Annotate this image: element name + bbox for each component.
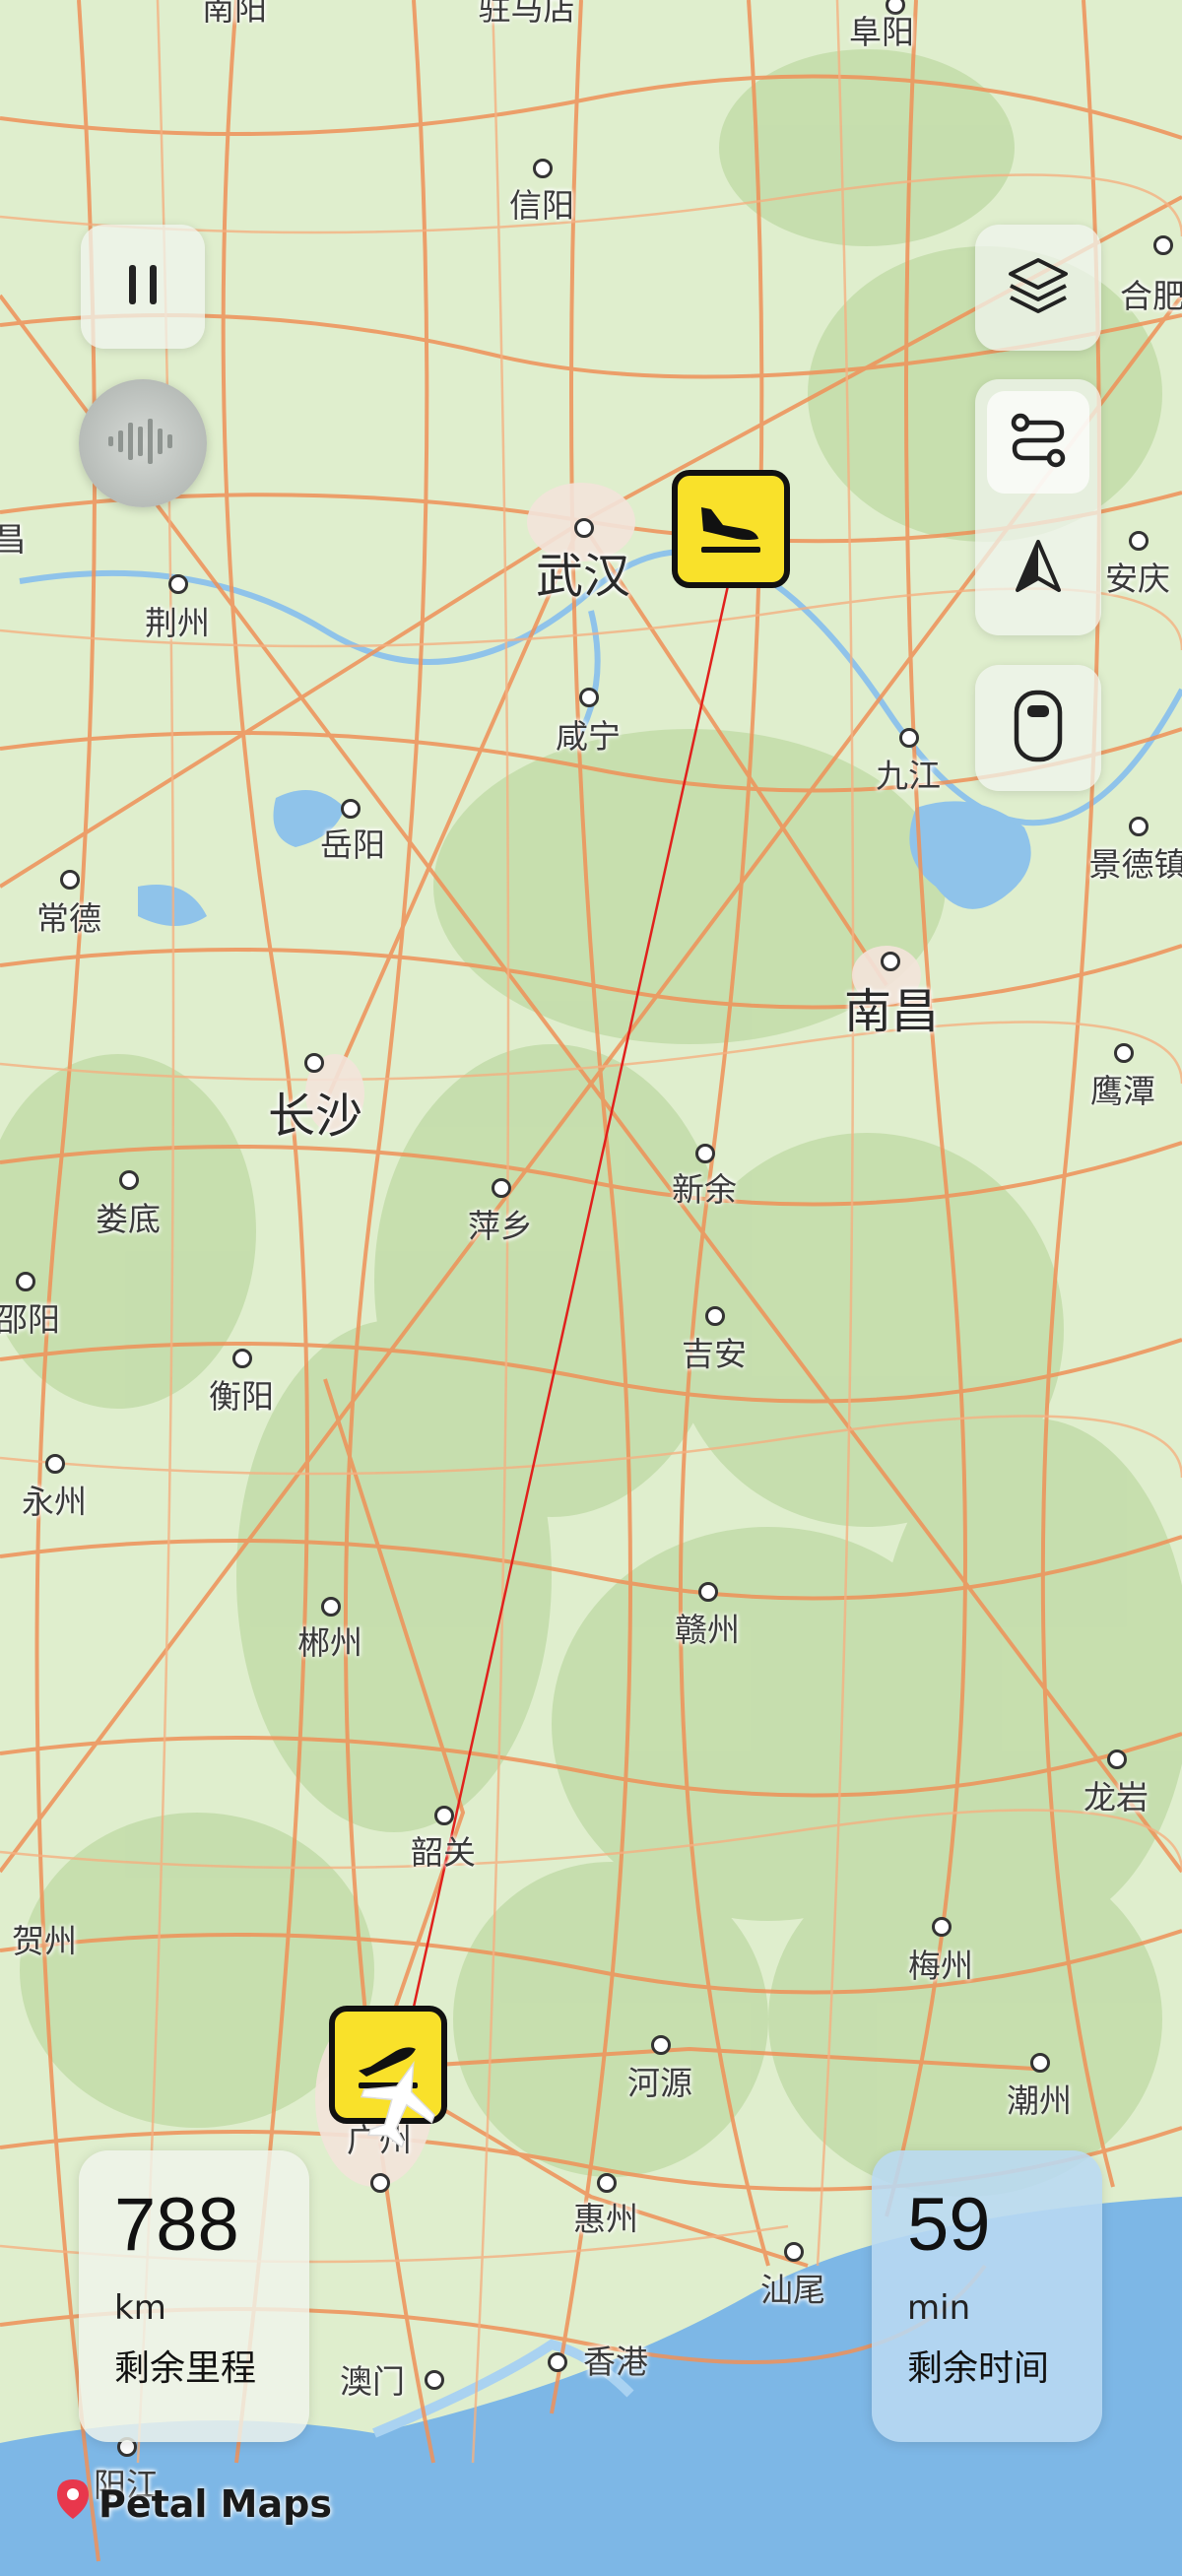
city-label: 梅州 [908, 1947, 973, 1985]
route-button[interactable] [987, 391, 1089, 494]
city-label: 郴州 [297, 1623, 362, 1662]
city-label: 韶关 [411, 1833, 476, 1872]
layers-icon [1007, 256, 1070, 319]
map-pin-icon [55, 2477, 91, 2530]
remaining-distance-card: 788 km 剩余里程 [79, 2150, 309, 2442]
window-view-button[interactable] [975, 665, 1101, 791]
aircraft-position-icon [360, 2059, 438, 2151]
destination-airport-marker[interactable] [672, 470, 790, 588]
pause-button[interactable] [81, 225, 205, 349]
remaining-time-unit: min [907, 2288, 971, 2328]
city-dot [574, 518, 594, 538]
city-dot [597, 2173, 617, 2193]
navigation-arrow-icon [1014, 539, 1063, 598]
city-dot [370, 2173, 390, 2193]
city-dot [899, 728, 919, 748]
city-dot [881, 952, 900, 971]
city-label: 驻马店 [478, 0, 576, 28]
city-dot [45, 1454, 65, 1474]
city-label: 永州 [22, 1483, 87, 1521]
city-label: 南昌 [843, 984, 940, 1039]
city-label: 衡阳 [209, 1377, 274, 1416]
city-label: 香港 [583, 2343, 648, 2381]
city-label: 合肥 [1120, 277, 1182, 315]
city-label: 惠州 [573, 2200, 638, 2238]
city-label: 昌 [0, 520, 27, 559]
airplane-landing-icon [693, 495, 768, 562]
city-label: 新余 [672, 1170, 737, 1209]
city-dot [1107, 1750, 1127, 1769]
city-dot [1129, 531, 1149, 551]
city-label: 岳阳 [320, 826, 385, 864]
remaining-time-value: 59 [907, 2183, 991, 2267]
city-dot [1114, 1043, 1134, 1063]
voice-button[interactable] [79, 379, 207, 507]
city-dot [341, 799, 361, 819]
city-label: 娄底 [96, 1200, 161, 1238]
city-label: 邵阳 [0, 1300, 60, 1339]
city-label: 咸宁 [556, 717, 621, 756]
city-label: 景德镇 [1088, 845, 1182, 884]
city-dot [321, 1597, 341, 1617]
city-dot [425, 2370, 444, 2390]
city-label: 武汉 [535, 549, 631, 604]
voice-icon [106, 417, 179, 470]
city-dot [533, 159, 553, 178]
city-label: 河源 [627, 2064, 692, 2102]
city-label: 长沙 [267, 1089, 363, 1144]
pause-icon [125, 263, 161, 310]
city-label: 鹰潭 [1090, 1072, 1155, 1110]
remaining-time-label: 剩余时间 [907, 2348, 1050, 2389]
city-dot [1129, 817, 1149, 836]
city-dot [168, 574, 188, 594]
city-label: 南阳 [202, 0, 267, 28]
layers-button[interactable] [975, 225, 1101, 351]
city-dot [434, 1806, 454, 1825]
city-label: 安庆 [1105, 560, 1170, 598]
remaining-distance-unit: km [114, 2288, 166, 2328]
remaining-distance-value: 788 [114, 2183, 239, 2267]
city-dot [1153, 235, 1173, 255]
city-dot [232, 1349, 252, 1368]
city-dot [695, 1144, 715, 1163]
city-dot [784, 2242, 804, 2262]
city-label: 汕尾 [760, 2271, 825, 2309]
city-dot [1030, 2053, 1050, 2073]
city-label: 九江 [876, 757, 941, 795]
city-label: 信阳 [509, 186, 574, 225]
route-controls-panel [975, 379, 1101, 635]
city-label: 吉安 [682, 1335, 747, 1373]
remaining-time-card: 59 min 剩余时间 [872, 2150, 1102, 2442]
city-dot [16, 1272, 35, 1291]
city-label: 澳门 [340, 2362, 405, 2401]
city-dot [119, 1170, 139, 1190]
city-label: 贺州 [12, 1922, 77, 1960]
compass-button[interactable] [987, 517, 1089, 620]
brand-name: Petal Maps [98, 2481, 332, 2526]
city-dot [548, 2352, 567, 2372]
city-dot [651, 2035, 671, 2055]
city-dot [932, 1917, 952, 1937]
city-dot [705, 1306, 725, 1326]
city-label: 赣州 [675, 1611, 740, 1649]
petal-maps-logo: Petal Maps [55, 2477, 332, 2530]
city-dot [492, 1178, 511, 1198]
city-label: 阜阳 [849, 13, 914, 51]
city-dot [579, 688, 599, 707]
city-label: 荆州 [145, 604, 210, 642]
city-label: 常德 [36, 899, 101, 938]
aircraft-window-icon [1014, 690, 1063, 766]
city-dot [698, 1582, 718, 1602]
city-dot [304, 1053, 324, 1073]
city-label: 龙岩 [1084, 1778, 1149, 1816]
city-label: 萍乡 [468, 1207, 533, 1245]
city-label: 潮州 [1007, 2081, 1072, 2120]
city-dot [60, 870, 80, 890]
remaining-distance-label: 剩余里程 [114, 2348, 257, 2389]
route-icon [1009, 411, 1068, 474]
